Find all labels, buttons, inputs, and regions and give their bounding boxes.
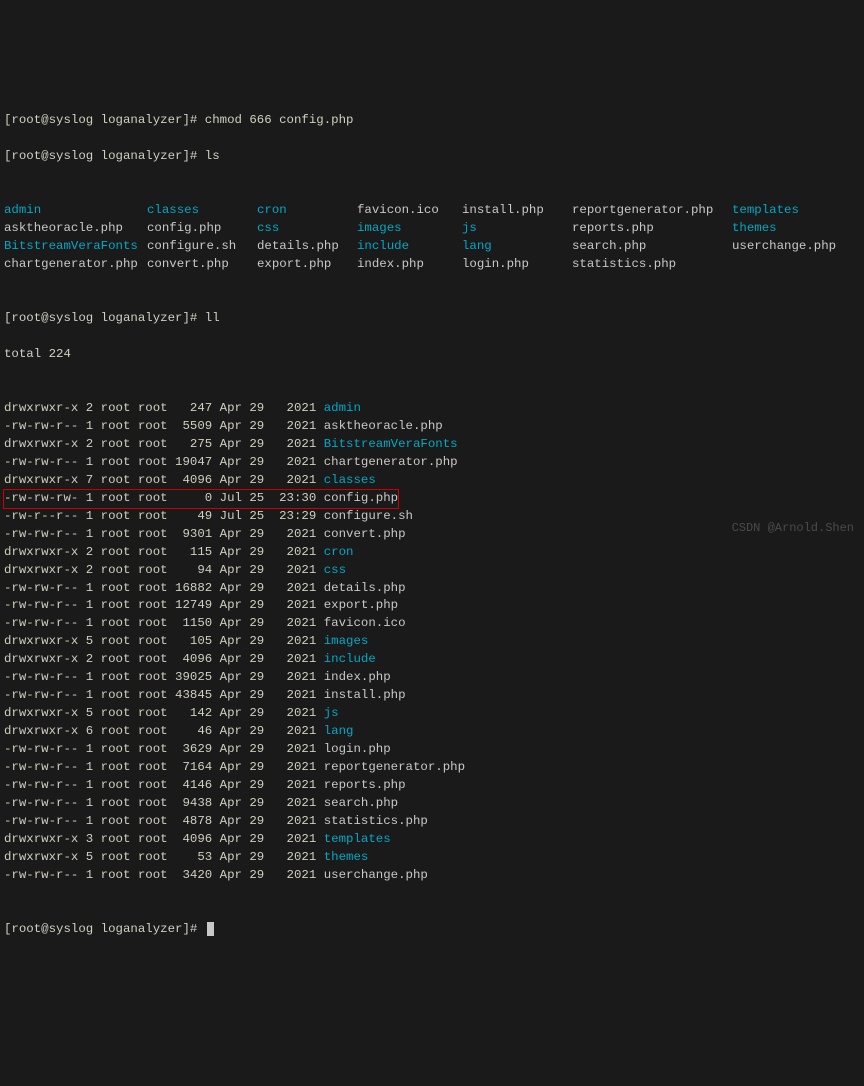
prompt-line: [root@syslog loganalyzer]# ls	[4, 148, 860, 166]
ls-item: chartgenerator.php	[4, 256, 147, 274]
prompt-line: [root@syslog loganalyzer]# chmod 666 con…	[4, 112, 860, 130]
ls-item: lang	[462, 238, 572, 256]
file-name: themes	[324, 850, 369, 864]
ls-item: reportgenerator.php	[572, 202, 732, 220]
prompt-line: [root@syslog loganalyzer]# ll	[4, 310, 860, 328]
ll-row: -rw-rw-r-- 1 root root 7164 Apr 29 2021 …	[4, 759, 860, 777]
ls-item: search.php	[572, 238, 732, 256]
ll-row: -rw-rw-r-- 1 root root 9438 Apr 29 2021 …	[4, 795, 860, 813]
ls-item: images	[357, 220, 462, 238]
ll-row: drwxrwxr-x 7 root root 4096 Apr 29 2021 …	[4, 472, 860, 490]
file-name: cron	[324, 545, 354, 559]
file-name: asktheoracle.php	[324, 419, 443, 433]
cursor-icon	[207, 922, 214, 936]
ls-item: userchange.php	[732, 238, 860, 256]
file-name: js	[324, 706, 339, 720]
ll-row: drwxrwxr-x 2 root root 4096 Apr 29 2021 …	[4, 651, 860, 669]
ls-item: login.php	[462, 256, 572, 274]
ls-item: config.php	[147, 220, 257, 238]
ll-row: -rw-rw-r-- 1 root root 39025 Apr 29 2021…	[4, 669, 860, 687]
ls-item: statistics.php	[572, 256, 732, 274]
ls-item: export.php	[257, 256, 357, 274]
ls-item: themes	[732, 220, 860, 238]
file-name: export.php	[324, 598, 398, 612]
ll-row: -rw-rw-rw- 1 root root 0 Jul 25 23:30 co…	[4, 490, 860, 508]
file-name: lang	[324, 724, 354, 738]
file-name: config.php	[324, 491, 398, 505]
ls-item: favicon.ico	[357, 202, 462, 220]
ls-item: install.php	[462, 202, 572, 220]
ll-row: drwxrwxr-x 5 root root 105 Apr 29 2021 i…	[4, 633, 860, 651]
ll-row: -rw-rw-r-- 1 root root 12749 Apr 29 2021…	[4, 597, 860, 615]
ls-item: js	[462, 220, 572, 238]
file-name: classes	[324, 473, 376, 487]
ls-item: include	[357, 238, 462, 256]
file-name: reports.php	[324, 778, 406, 792]
ll-row: drwxrwxr-x 2 root root 247 Apr 29 2021 a…	[4, 400, 860, 418]
ls-item	[732, 256, 860, 274]
file-name: login.php	[324, 742, 391, 756]
ls-item: index.php	[357, 256, 462, 274]
ll-row: -rw-rw-r-- 1 root root 1150 Apr 29 2021 …	[4, 615, 860, 633]
ls-item: templates	[732, 202, 860, 220]
file-name: convert.php	[324, 527, 406, 541]
prompt-line[interactable]: [root@syslog loganalyzer]#	[4, 921, 860, 939]
ll-row: -rw-rw-r-- 1 root root 43845 Apr 29 2021…	[4, 687, 860, 705]
ll-row: drwxrwxr-x 5 root root 53 Apr 29 2021 th…	[4, 849, 860, 867]
ls-item: configure.sh	[147, 238, 257, 256]
ll-output: drwxrwxr-x 2 root root 247 Apr 29 2021 a…	[4, 400, 860, 886]
ls-item: classes	[147, 202, 257, 220]
file-name: templates	[324, 832, 391, 846]
file-name: BitstreamVeraFonts	[324, 437, 458, 451]
file-name: details.php	[324, 581, 406, 595]
file-name: userchange.php	[324, 868, 428, 882]
ll-row: drwxrwxr-x 5 root root 142 Apr 29 2021 j…	[4, 705, 860, 723]
ll-row: -rw-rw-r-- 1 root root 4878 Apr 29 2021 …	[4, 813, 860, 831]
config-highlight: -rw-rw-rw- 1 root root 0 Jul 25 23:30 co…	[3, 489, 399, 509]
ll-row: -rw-rw-r-- 1 root root 16882 Apr 29 2021…	[4, 580, 860, 598]
ll-row: -rw-rw-r-- 1 root root 19047 Apr 29 2021…	[4, 454, 860, 472]
ll-row: -rw-rw-r-- 1 root root 3629 Apr 29 2021 …	[4, 741, 860, 759]
ls-item: admin	[4, 202, 147, 220]
ll-row: drwxrwxr-x 6 root root 46 Apr 29 2021 la…	[4, 723, 860, 741]
ll-row: drwxrwxr-x 3 root root 4096 Apr 29 2021 …	[4, 831, 860, 849]
file-name: index.php	[324, 670, 391, 684]
ll-total: total 224	[4, 346, 860, 364]
file-name: admin	[324, 401, 361, 415]
file-name: favicon.ico	[324, 616, 406, 630]
file-name: install.php	[324, 688, 406, 702]
ll-row: -rw-rw-r-- 1 root root 4146 Apr 29 2021 …	[4, 777, 860, 795]
file-name: css	[324, 563, 346, 577]
ls-item: convert.php	[147, 256, 257, 274]
ls-output: adminclassescronfavicon.icoinstall.phpre…	[4, 202, 860, 274]
ls-item: asktheoracle.php	[4, 220, 147, 238]
file-name: chartgenerator.php	[324, 455, 458, 469]
ll-row: -rw-rw-r-- 1 root root 3420 Apr 29 2021 …	[4, 867, 860, 885]
ls-item: css	[257, 220, 357, 238]
ls-item: cron	[257, 202, 357, 220]
ll-row: drwxrwxr-x 2 root root 275 Apr 29 2021 B…	[4, 436, 860, 454]
ls-item: details.php	[257, 238, 357, 256]
file-name: search.php	[324, 796, 398, 810]
file-name: statistics.php	[324, 814, 428, 828]
file-name: reportgenerator.php	[324, 760, 465, 774]
file-name: configure.sh	[324, 509, 413, 523]
ll-row: drwxrwxr-x 2 root root 115 Apr 29 2021 c…	[4, 544, 860, 562]
ls-item: reports.php	[572, 220, 732, 238]
watermark-text: CSDN @Arnold.Shen	[732, 520, 854, 537]
ls-item: BitstreamVeraFonts	[4, 238, 147, 256]
file-name: images	[324, 634, 369, 648]
file-name: include	[324, 652, 376, 666]
ll-row: drwxrwxr-x 2 root root 94 Apr 29 2021 cs…	[4, 562, 860, 580]
ll-row: -rw-rw-r-- 1 root root 5509 Apr 29 2021 …	[4, 418, 860, 436]
